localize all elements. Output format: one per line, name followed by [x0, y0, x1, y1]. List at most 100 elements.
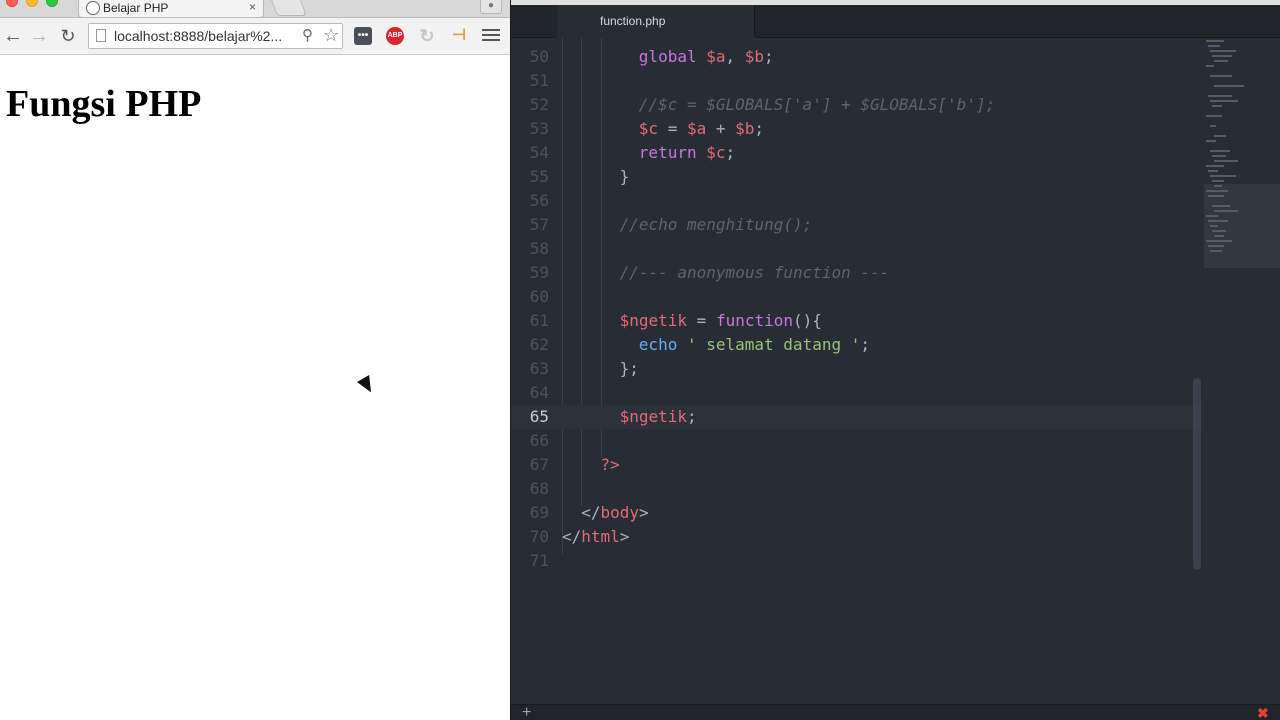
code-token: </ [581, 503, 601, 522]
code-token: global [638, 47, 697, 66]
adblock-plus-icon[interactable]: ABP [386, 27, 404, 45]
line-number: 61 [529, 311, 549, 330]
code-line[interactable]: 54 return $c; [511, 141, 1201, 165]
line-number: 71 [529, 551, 549, 570]
code-token: ; [687, 407, 697, 426]
minimap-line [1210, 225, 1218, 227]
github-favicon-icon [86, 1, 100, 15]
code-token: ; [754, 119, 765, 138]
line-number: 55 [529, 167, 549, 186]
code-token: $a [686, 119, 707, 138]
line-number: 58 [529, 239, 549, 258]
code-token: body [600, 503, 639, 522]
code-area[interactable]: 50 global $a, $b; 51 52 //$c = $GLOBALS['a']… [511, 38, 1201, 704]
code-line[interactable]: 60 [511, 285, 1201, 309]
browser-tabstrip: Belajar PHP × ● [0, 0, 510, 18]
forward-arrow-icon[interactable]: → [28, 24, 50, 48]
minimap-line [1208, 195, 1224, 197]
code-line[interactable]: 62 echo ' selamat datang '; [511, 333, 1201, 357]
code-line[interactable]: 69 </body> [511, 501, 1201, 525]
minimize-window-button[interactable] [26, 0, 38, 7]
code-line[interactable]: 53 $c = $a + $b; [511, 117, 1201, 141]
code-token: + [706, 119, 736, 138]
page-title: Fungsi PHP [6, 83, 202, 125]
minimap-line [1214, 185, 1222, 187]
minimap-line [1208, 220, 1228, 222]
minimap[interactable] [1201, 38, 1280, 704]
minimap-line [1206, 40, 1224, 42]
code-line[interactable]: 51 [511, 69, 1201, 93]
minimap-line [1206, 165, 1224, 167]
close-panel-icon[interactable]: ✖ [1257, 705, 1269, 720]
editor-scrollbar[interactable] [1193, 378, 1201, 570]
code-token: $ngetik [619, 311, 688, 330]
minimap-line [1214, 85, 1244, 87]
code-text: //--- anonymous function --- [620, 261, 890, 285]
line-number: 70 [529, 527, 549, 546]
code-line[interactable]: 64 [511, 381, 1201, 405]
tab-title: Belajar PHP [103, 1, 169, 15]
sync-extension-icon[interactable]: ↻ [418, 27, 436, 45]
browser-toolbar: ← → ↻ localhost:8888/belajar%2... ⚲ ☆ ••… [0, 18, 510, 55]
code-line[interactable]: 57 //echo menghitung(); [511, 213, 1201, 237]
add-icon[interactable]: + [522, 705, 531, 720]
code-line[interactable]: 70 </html> [511, 525, 1201, 549]
minimap-line [1212, 155, 1226, 157]
code-token: > [619, 527, 630, 546]
line-number: 50 [529, 47, 549, 66]
hamburger-menu-icon[interactable] [482, 26, 500, 46]
code-text: } [620, 165, 630, 189]
url-text[interactable]: localhost:8888/belajar%2... [114, 24, 282, 48]
minimap-line [1206, 190, 1228, 192]
back-arrow-icon[interactable]: ← [2, 24, 24, 48]
code-text: $c = $a + $b; [639, 117, 764, 141]
code-token: $c [706, 143, 726, 162]
code-token: ; [764, 47, 774, 66]
zoom-window-button[interactable] [46, 0, 58, 7]
code-line[interactable]: 55} [511, 165, 1201, 189]
code-token: $b [744, 47, 765, 66]
code-text: $ngetik; [620, 405, 697, 429]
minimap-line [1212, 180, 1224, 182]
reload-icon[interactable]: ↻ [57, 24, 79, 48]
minimap-line [1208, 245, 1224, 247]
address-bar[interactable]: localhost:8888/belajar%2... ⚲ ☆ [88, 23, 343, 49]
code-line[interactable]: 66 [511, 429, 1201, 453]
code-token: </ [562, 527, 582, 546]
minimap-line [1212, 55, 1232, 57]
zoom-icon[interactable]: ⚲ [302, 26, 313, 46]
minimap-line [1210, 50, 1236, 52]
line-number: 67 [529, 455, 549, 474]
code-line[interactable]: 63}; [511, 357, 1201, 381]
code-token: = [658, 119, 687, 138]
tab-close-icon[interactable]: × [249, 0, 256, 15]
code-line[interactable]: 59 //--- anonymous function --- [511, 261, 1201, 285]
code-line[interactable]: 61 $ngetik = function(){ [511, 309, 1201, 333]
code-line[interactable]: 68 [511, 477, 1201, 501]
new-tab-button[interactable] [271, 0, 307, 16]
line-number: 53 [529, 119, 549, 138]
minimap-line [1212, 105, 1222, 107]
line-number: 68 [529, 479, 549, 498]
minimap-line [1206, 215, 1218, 217]
code-line[interactable]: 52 //$c = $GLOBALS['a'] + $GLOBALS['b']; [511, 93, 1201, 117]
code-token: function [715, 311, 793, 330]
editor-statusbar: + ✖ [511, 704, 1280, 720]
code-token: > [638, 503, 649, 522]
code-line[interactable]: 50 global $a, $b; [511, 45, 1201, 69]
code-line[interactable]: 56 [511, 189, 1201, 213]
browser-tab[interactable]: Belajar PHP × [78, 0, 264, 18]
minimap-line [1208, 45, 1220, 47]
tree-extension-icon[interactable]: ⊣ [450, 27, 468, 45]
close-window-button[interactable] [6, 0, 18, 7]
code-line[interactable]: 65 $ngetik; [511, 405, 1201, 429]
code-token: $a [706, 47, 726, 66]
code-token: (){ [793, 311, 822, 330]
extension-more-icon[interactable]: ••• [354, 27, 372, 45]
bookmark-star-icon[interactable]: ☆ [323, 24, 339, 46]
profile-icon[interactable]: ● [480, 0, 502, 14]
editor-tab-function-php[interactable]: function.php [557, 5, 755, 38]
code-line[interactable]: 67 ?> [511, 453, 1201, 477]
code-line[interactable]: 58 [511, 237, 1201, 261]
code-line[interactable]: 71 [511, 549, 1201, 573]
